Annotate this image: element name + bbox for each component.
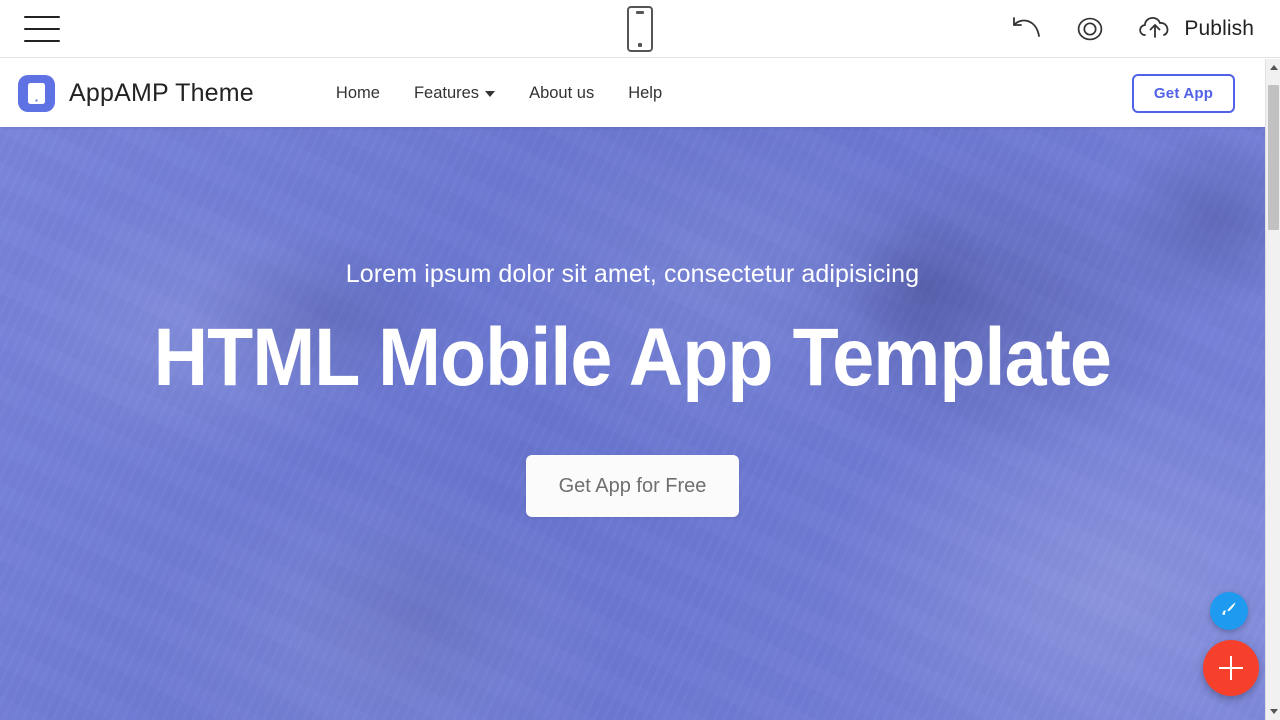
nav-link-label: Help <box>628 83 663 102</box>
scroll-down-arrow-icon[interactable] <box>1266 703 1280 720</box>
get-app-for-free-label: Get App for Free <box>558 474 707 497</box>
nav-link-label: Features <box>413 83 480 102</box>
get-app-label: Get App <box>1153 85 1214 102</box>
nav-link-label: Home <box>335 83 380 102</box>
hamburger-line <box>24 40 60 42</box>
publish-button[interactable]: Publish <box>1135 12 1254 47</box>
chevron-down-icon <box>485 91 496 97</box>
editor-toolbar: Publish <box>0 0 1280 58</box>
site-navbar: AppAMP Theme Home Features About us Help… <box>0 59 1265 127</box>
hamburger-line <box>24 16 60 18</box>
eye-preview-icon[interactable] <box>1071 10 1109 48</box>
hamburger-line <box>24 28 60 30</box>
mobile-device-icon[interactable] <box>627 6 653 52</box>
cloud-upload-icon <box>1135 12 1175 47</box>
nav-link-about-us[interactable]: About us <box>529 84 594 103</box>
get-app-for-free-button[interactable]: Get App for Free <box>526 455 739 517</box>
editor-toolbar-actions: Publish <box>1007 0 1254 58</box>
hero-title: HTML Mobile App Template <box>153 312 1112 403</box>
nav-link-label: About us <box>529 83 595 102</box>
style-brush-fab[interactable] <box>1210 592 1248 630</box>
scroll-up-triangle <box>1269 65 1278 70</box>
scroll-down-triangle <box>1269 709 1278 714</box>
vertical-scrollbar[interactable] <box>1265 59 1280 720</box>
scroll-up-arrow-icon[interactable] <box>1266 59 1280 76</box>
nav-link-features[interactable]: Features <box>413 83 496 103</box>
hero-content: Lorem ipsum dolor sit amet, consectetur … <box>0 127 1265 517</box>
brand[interactable]: AppAMP Theme <box>18 74 254 112</box>
plus-icon <box>1219 656 1243 680</box>
preview-canvas: AppAMP Theme Home Features About us Help… <box>0 59 1265 720</box>
nav-link-home[interactable]: Home <box>336 84 380 103</box>
undo-arrow-icon[interactable] <box>1007 10 1045 48</box>
brand-name: AppAMP Theme <box>69 78 254 107</box>
add-block-fab[interactable] <box>1203 640 1259 696</box>
tablet-app-logo-icon <box>18 74 55 112</box>
hero-section: Lorem ipsum dolor sit amet, consectetur … <box>0 127 1265 720</box>
site-nav-links: Home Features About us Help <box>336 84 662 103</box>
hero-subtitle: Lorem ipsum dolor sit amet, consectetur … <box>345 260 920 288</box>
scrollbar-thumb[interactable] <box>1268 85 1279 230</box>
hamburger-menu-icon[interactable] <box>24 16 60 42</box>
nav-link-help[interactable]: Help <box>628 84 662 103</box>
get-app-button[interactable]: Get App <box>1132 74 1235 113</box>
publish-label: Publish <box>1184 17 1254 40</box>
paintbrush-icon <box>1219 599 1239 624</box>
